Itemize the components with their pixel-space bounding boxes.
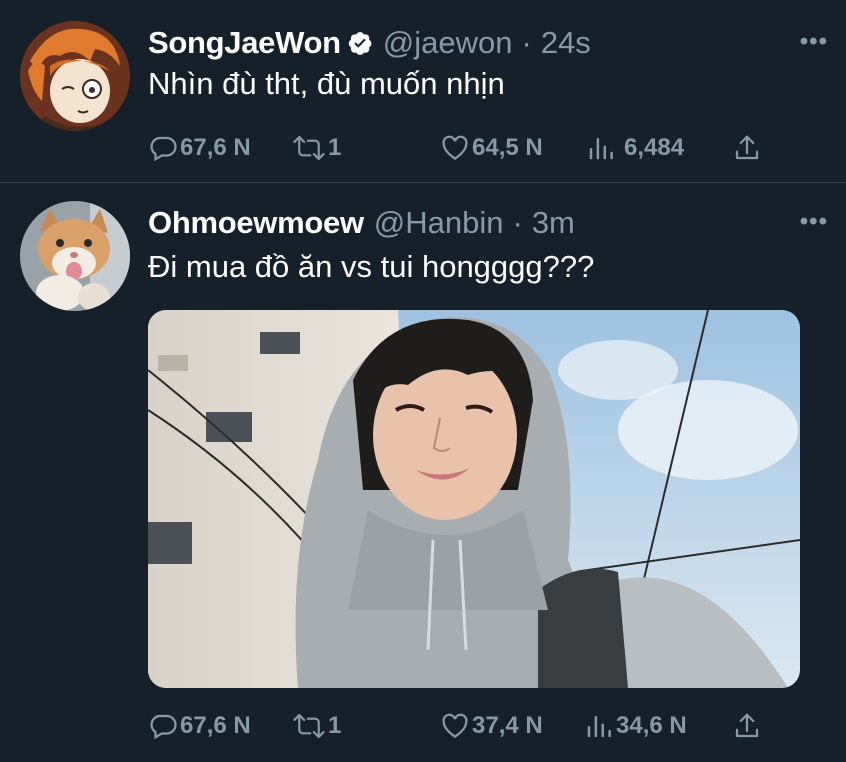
views-count: 34,6 N	[616, 712, 687, 739]
timestamp[interactable]: 3m	[532, 205, 575, 241]
handle[interactable]: @jaewon	[383, 25, 513, 61]
heart-icon	[442, 135, 468, 160]
like-count: 64,5 N	[472, 134, 543, 161]
tweet-header: SongJaeWon @jaewon · 24s	[148, 25, 591, 61]
tweet-text: Đi mua đồ ăn vs tui hongggg???	[148, 249, 595, 284]
action-bar: 67,6 N 1 64,5 N 6,484	[148, 133, 768, 165]
reply-button[interactable]: 67,6 N	[148, 711, 251, 741]
heart-icon	[442, 713, 468, 738]
avatar[interactable]	[20, 21, 130, 131]
more-options-icon[interactable]: •••	[800, 28, 828, 56]
views-icon	[587, 716, 611, 738]
share-icon	[735, 135, 759, 160]
retweet-count: 1	[328, 134, 342, 161]
retweet-icon	[293, 713, 325, 739]
tweet-header: Ohmoewmoew @Hanbin · 3m	[148, 205, 575, 241]
views-icon	[589, 138, 613, 160]
more-options-icon[interactable]: •••	[800, 208, 828, 236]
anime-avatar-icon	[20, 21, 130, 131]
retweet-count: 1	[328, 712, 342, 739]
tweet-photo[interactable]	[148, 310, 800, 688]
retweet-button[interactable]: 1	[292, 133, 341, 163]
tweet-2[interactable]: Ohmoewmoew @Hanbin · 3m ••• Đi mua đồ ăn…	[0, 183, 846, 762]
share-button[interactable]	[732, 711, 762, 741]
like-button[interactable]: 64,5 N	[440, 133, 543, 163]
reply-count: 67,6 N	[180, 712, 251, 739]
share-button[interactable]	[732, 133, 762, 163]
reply-icon	[150, 714, 177, 740]
cat-avatar-icon	[20, 201, 130, 311]
action-bar: 67,6 N 1 37,4 N 34,6 N	[148, 711, 768, 743]
verified-icon	[347, 30, 373, 56]
selfie-photo	[148, 310, 800, 688]
display-name[interactable]: Ohmoewmoew	[148, 205, 364, 241]
views-button[interactable]: 34,6 N	[584, 711, 687, 741]
share-icon	[735, 713, 759, 738]
display-name[interactable]: SongJaeWon	[148, 25, 341, 61]
separator: ·	[512, 205, 523, 240]
separator: ·	[521, 25, 532, 60]
like-button[interactable]: 37,4 N	[440, 711, 543, 741]
tweet-text: Nhìn đù tht, đù muốn nhịn	[148, 66, 505, 101]
like-count: 37,4 N	[472, 712, 543, 739]
views-count: 6,484	[624, 134, 685, 161]
avatar[interactable]	[20, 201, 130, 311]
reply-icon	[150, 136, 177, 162]
timestamp[interactable]: 24s	[541, 25, 591, 61]
reply-count: 67,6 N	[180, 134, 251, 161]
views-button[interactable]: 6,484	[586, 133, 684, 163]
retweet-button[interactable]: 1	[292, 711, 341, 741]
handle[interactable]: @Hanbin	[374, 205, 504, 241]
retweet-icon	[293, 135, 325, 161]
reply-button[interactable]: 67,6 N	[148, 133, 251, 163]
tweet-1[interactable]: SongJaeWon @jaewon · 24s ••• Nhìn đù tht…	[0, 0, 846, 183]
